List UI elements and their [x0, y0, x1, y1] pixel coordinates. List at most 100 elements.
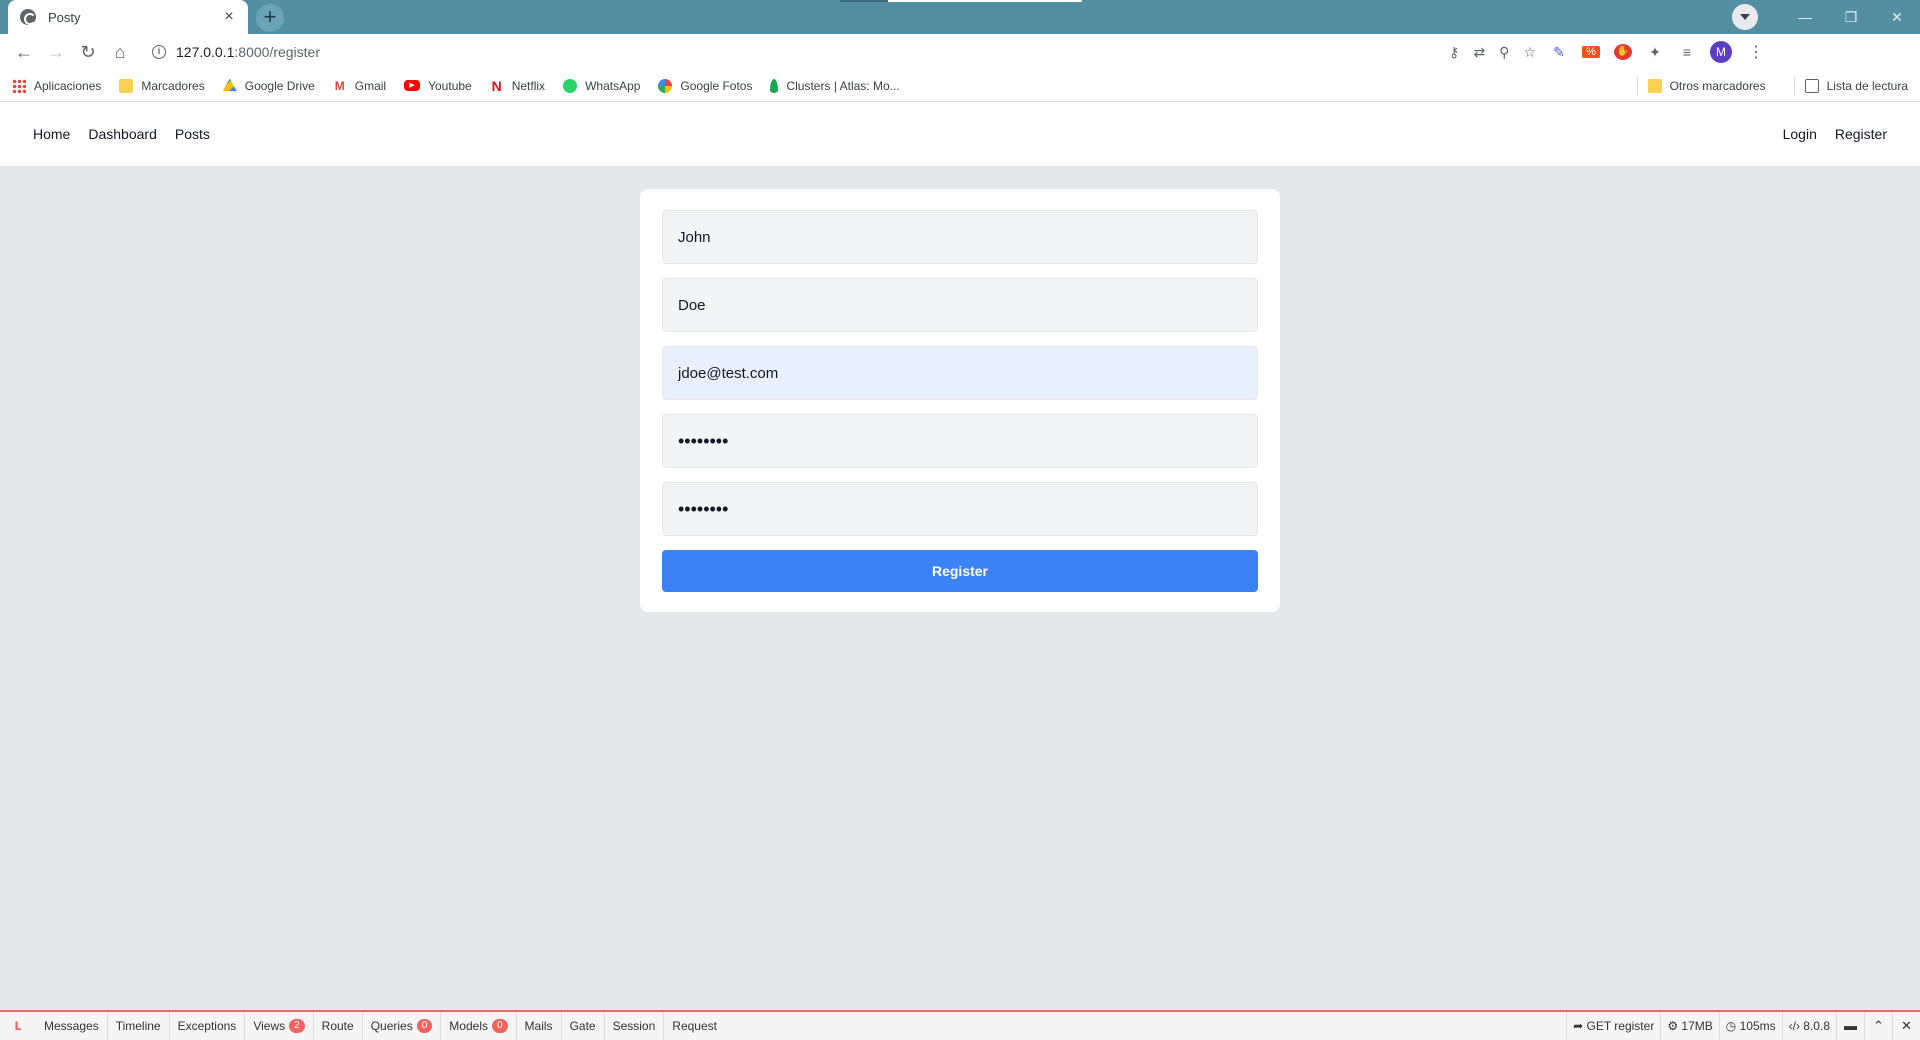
- tab-close-icon[interactable]: ×: [220, 8, 238, 26]
- debugbar-tab-queries[interactable]: Queries 0: [363, 1012, 442, 1040]
- site-info-icon[interactable]: i: [152, 45, 166, 59]
- bookmark-apps[interactable]: Aplicaciones: [12, 78, 102, 93]
- home-icon[interactable]: ⌂: [104, 36, 136, 68]
- bookmark-netflix[interactable]: N Netflix: [490, 79, 545, 93]
- browser-tab-posty[interactable]: Posty ×: [8, 0, 248, 34]
- nav-login[interactable]: Login: [1783, 126, 1817, 142]
- code-icon: ‹/›: [1788, 1019, 1804, 1033]
- debugbar-tab-views[interactable]: Views 2: [245, 1012, 314, 1040]
- bookmark-label: Marcadores: [141, 78, 205, 93]
- bookmark-gmail[interactable]: M Gmail: [333, 79, 386, 93]
- folder-open-icon[interactable]: ▬: [1836, 1012, 1864, 1040]
- reload-icon[interactable]: ↻: [72, 36, 104, 68]
- password-confirmation-input[interactable]: [662, 482, 1258, 536]
- back-arrow-icon[interactable]: ←: [8, 36, 40, 68]
- bookmark-otros-marcadores[interactable]: Otros marcadores: [1647, 78, 1766, 93]
- nav-posts[interactable]: Posts: [175, 126, 210, 142]
- folder-icon: [119, 78, 134, 93]
- whatsapp-icon: [563, 78, 578, 93]
- email-input[interactable]: [662, 346, 1258, 400]
- tab-label: Views: [253, 1019, 286, 1033]
- debugbar-tab-request[interactable]: Request: [664, 1012, 725, 1040]
- debugbar-tab-exceptions[interactable]: Exceptions: [170, 1012, 246, 1040]
- folder-icon: [1647, 78, 1662, 93]
- name-input[interactable]: [662, 210, 1258, 264]
- register-card: Register: [640, 189, 1280, 612]
- globe-icon: [20, 9, 36, 25]
- kebab-menu-icon[interactable]: ⋮: [1746, 42, 1766, 62]
- bookmark-google-drive[interactable]: Google Drive: [222, 78, 315, 93]
- url-path: :8000/register: [234, 44, 320, 60]
- new-tab-button[interactable]: +: [256, 4, 284, 32]
- debugbar-tab-models[interactable]: Models 0: [441, 1012, 517, 1040]
- laravel-debugbar: ʟ Messages Timeline Exceptions Views 2 Ro…: [0, 1010, 1920, 1040]
- debugbar-tab-messages[interactable]: Messages: [36, 1012, 108, 1040]
- username-input[interactable]: [662, 278, 1258, 332]
- bookmark-label: Aplicaciones: [34, 78, 102, 93]
- password-input[interactable]: [662, 414, 1258, 468]
- debugbar-tab-gate[interactable]: Gate: [562, 1012, 605, 1040]
- browser-toolbar: ← → ↻ ⌂ i 127.0.0.1 :8000/register ⚷ ⇄ ⚲…: [0, 34, 1920, 70]
- route-value: GET register: [1586, 1019, 1655, 1033]
- debugbar-tab-route[interactable]: Route: [314, 1012, 363, 1040]
- clock-icon: ◷: [1725, 1019, 1740, 1033]
- coupon-extension-icon[interactable]: %: [1582, 46, 1600, 58]
- key-icon[interactable]: ⚷: [1449, 44, 1459, 61]
- bookmark-atlas[interactable]: Clusters | Atlas: Mo...: [770, 78, 900, 93]
- divider: [1793, 76, 1795, 95]
- reading-queue-icon[interactable]: ≡: [1678, 44, 1696, 60]
- tab-label: Messages: [44, 1019, 99, 1033]
- tab-label: Exceptions: [177, 1019, 237, 1033]
- laravel-logo-icon[interactable]: ʟ: [0, 1012, 36, 1040]
- tab-label: Timeline: [115, 1019, 161, 1033]
- nav-register[interactable]: Register: [1835, 126, 1887, 142]
- count-badge: 0: [416, 1019, 433, 1033]
- bookmark-label: WhatsApp: [585, 78, 641, 93]
- address-bar[interactable]: i 127.0.0.1 :8000/register ⚷ ⇄ ⚲ ☆: [144, 38, 1544, 66]
- minimize-button[interactable]: —: [1782, 0, 1828, 34]
- bookmark-label: Youtube: [428, 78, 472, 93]
- extensions-area: ✎ % ✋ ✦ ≡ M ⋮: [1550, 41, 1766, 63]
- tab-strip-indicator: [840, 0, 888, 2]
- pen-extension-icon[interactable]: ✎: [1550, 44, 1568, 61]
- divider: [1636, 76, 1638, 95]
- bookmark-label: Google Fotos: [680, 78, 753, 93]
- bookmark-whatsapp[interactable]: WhatsApp: [563, 78, 641, 93]
- count-badge: 2: [289, 1019, 305, 1033]
- youtube-icon: ▶: [404, 80, 421, 91]
- nav-right: Login Register: [1774, 126, 1896, 142]
- register-button[interactable]: Register: [662, 550, 1258, 592]
- forward-arrow-icon[interactable]: →: [40, 36, 72, 68]
- bookmark-google-fotos[interactable]: Google Fotos: [658, 78, 753, 93]
- tab-title: Posty: [48, 9, 81, 25]
- tab-search-dropdown-icon[interactable]: [1732, 4, 1758, 30]
- nav-dashboard[interactable]: Dashboard: [88, 126, 157, 142]
- close-icon[interactable]: ✕: [1892, 1012, 1920, 1040]
- version-stat: ‹/› 8.0.8: [1781, 1012, 1836, 1040]
- zoom-icon[interactable]: ⚲: [1499, 44, 1509, 61]
- puzzle-extensions-icon[interactable]: ✦: [1646, 44, 1664, 61]
- time-stat: ◷ 105ms: [1718, 1012, 1782, 1040]
- bookmark-youtube[interactable]: ▶ Youtube: [404, 79, 472, 93]
- route-stat[interactable]: ➦ GET register: [1566, 1012, 1660, 1040]
- omnibox-actions: ⚷ ⇄ ⚲ ☆: [1449, 44, 1544, 61]
- debugbar-tab-session[interactable]: Session: [605, 1012, 665, 1040]
- adblock-extension-icon[interactable]: ✋: [1614, 44, 1632, 60]
- avatar[interactable]: M: [1710, 41, 1732, 63]
- chevron-up-icon[interactable]: ⌃: [1864, 1012, 1892, 1040]
- restore-button[interactable]: ❐: [1828, 0, 1874, 34]
- debugbar-tab-mails[interactable]: Mails: [517, 1012, 562, 1040]
- translate-icon[interactable]: ⇄: [1473, 44, 1485, 61]
- bookmarks-right: Otros marcadores Lista de lectura: [1627, 76, 1908, 95]
- bookmark-marcadores[interactable]: Marcadores: [119, 78, 205, 93]
- debugbar-tab-timeline[interactable]: Timeline: [108, 1012, 170, 1040]
- close-window-button[interactable]: ✕: [1874, 0, 1920, 34]
- nav-home[interactable]: Home: [33, 126, 70, 142]
- reading-list[interactable]: Lista de lectura: [1804, 78, 1908, 93]
- bookmark-label: Otros marcadores: [1669, 78, 1766, 93]
- tab-label: Models: [449, 1019, 488, 1033]
- tab-label: Route: [321, 1019, 354, 1033]
- tab-strip-indicator-active: [888, 0, 1082, 2]
- tab-label: Request: [672, 1019, 717, 1033]
- star-bookmark-icon[interactable]: ☆: [1523, 44, 1536, 61]
